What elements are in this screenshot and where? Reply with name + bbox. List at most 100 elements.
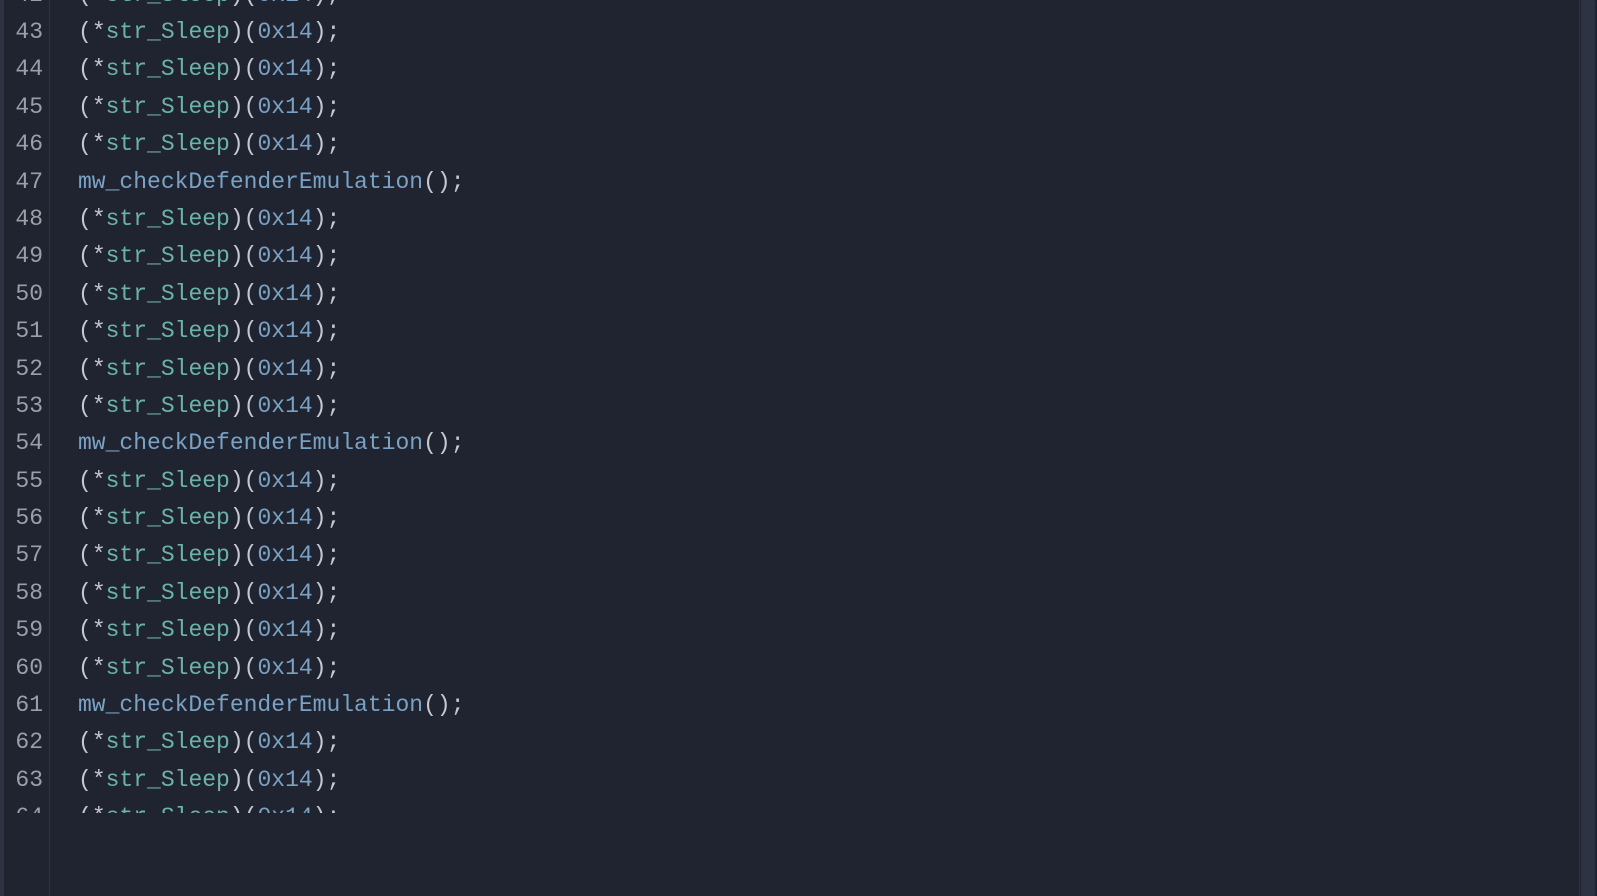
deref-op: * xyxy=(92,19,106,45)
close-paren: ) xyxy=(313,804,327,813)
hex-literal: 0x14 xyxy=(257,356,312,382)
code-line[interactable]: (*str_Sleep)(0x14); xyxy=(78,762,1597,799)
code-line[interactable]: (*str_Sleep)(0x14); xyxy=(78,351,1597,388)
close-paren: ) xyxy=(230,767,244,793)
vertical-scrollbar-track[interactable] xyxy=(1579,0,1597,896)
line-number: 45 xyxy=(10,89,49,126)
semicolon: ; xyxy=(327,56,341,82)
close-paren: ) xyxy=(313,0,327,8)
code-line[interactable]: (*str_Sleep)(0x14); xyxy=(78,126,1597,163)
identifier: str_Sleep xyxy=(106,56,230,82)
open-paren: ( xyxy=(244,542,258,568)
code-line[interactable]: (*str_Sleep)(0x14); xyxy=(78,724,1597,761)
close-paren: ) xyxy=(230,729,244,755)
line-number: 50 xyxy=(10,276,49,313)
code-line[interactable]: mw_checkDefenderEmulation(); xyxy=(78,425,1597,462)
line-number: 46 xyxy=(10,126,49,163)
open-paren: ( xyxy=(423,430,437,456)
line-number: 64 xyxy=(10,799,49,813)
code-line[interactable]: (*str_Sleep)(0x14); xyxy=(78,463,1597,500)
close-paren: ) xyxy=(230,617,244,643)
semicolon: ; xyxy=(327,729,341,755)
code-line[interactable]: (*str_Sleep)(0x14); xyxy=(78,238,1597,275)
close-paren: ) xyxy=(313,767,327,793)
identifier: str_Sleep xyxy=(106,243,230,269)
close-paren: ) xyxy=(437,430,451,456)
code-line[interactable]: (*str_Sleep)(0x14); xyxy=(78,537,1597,574)
code-line[interactable]: (*str_Sleep)(0x14); xyxy=(78,276,1597,313)
line-number: 58 xyxy=(10,575,49,612)
open-paren: ( xyxy=(78,131,92,157)
open-paren: ( xyxy=(244,318,258,344)
open-paren: ( xyxy=(244,655,258,681)
semicolon: ; xyxy=(327,580,341,606)
open-paren: ( xyxy=(244,617,258,643)
close-paren: ) xyxy=(313,729,327,755)
close-paren: ) xyxy=(313,393,327,419)
hex-literal: 0x14 xyxy=(257,729,312,755)
close-paren: ) xyxy=(230,56,244,82)
code-editor[interactable]: 4243444546474849505152535455565758596061… xyxy=(0,0,1597,896)
line-number: 49 xyxy=(10,238,49,275)
deref-op: * xyxy=(92,206,106,232)
close-paren: ) xyxy=(313,356,327,382)
semicolon: ; xyxy=(451,692,465,718)
close-paren: ) xyxy=(230,580,244,606)
code-line[interactable]: mw_checkDefenderEmulation(); xyxy=(78,687,1597,724)
code-line[interactable]: (*str_Sleep)(0x14); xyxy=(78,89,1597,126)
hex-literal: 0x14 xyxy=(257,468,312,494)
semicolon: ; xyxy=(327,206,341,232)
open-paren: ( xyxy=(423,169,437,195)
vertical-scrollbar-thumb[interactable] xyxy=(1581,0,1595,896)
code-line[interactable]: (*str_Sleep)(0x14); xyxy=(78,650,1597,687)
close-paren: ) xyxy=(437,169,451,195)
hex-literal: 0x14 xyxy=(257,318,312,344)
code-line[interactable]: (*str_Sleep)(0x14); xyxy=(78,799,1597,813)
hex-literal: 0x14 xyxy=(257,767,312,793)
line-number: 61 xyxy=(10,687,49,724)
close-paren: ) xyxy=(230,94,244,120)
deref-op: * xyxy=(92,0,106,8)
identifier: str_Sleep xyxy=(106,468,230,494)
code-line[interactable]: mw_checkDefenderEmulation(); xyxy=(78,164,1597,201)
deref-op: * xyxy=(92,393,106,419)
open-paren: ( xyxy=(78,243,92,269)
semicolon: ; xyxy=(327,281,341,307)
open-paren: ( xyxy=(244,804,258,813)
semicolon: ; xyxy=(327,243,341,269)
deref-op: * xyxy=(92,281,106,307)
line-number: 59 xyxy=(10,612,49,649)
code-area[interactable]: (*str_Sleep)(0x14);(*str_Sleep)(0x14);(*… xyxy=(50,0,1597,896)
close-paren: ) xyxy=(230,243,244,269)
close-paren: ) xyxy=(313,655,327,681)
identifier: str_Sleep xyxy=(106,767,230,793)
code-line[interactable]: (*str_Sleep)(0x14); xyxy=(78,14,1597,51)
code-line[interactable]: (*str_Sleep)(0x14); xyxy=(78,201,1597,238)
open-paren: ( xyxy=(244,131,258,157)
close-paren: ) xyxy=(230,19,244,45)
deref-op: * xyxy=(92,542,106,568)
open-paren: ( xyxy=(244,0,258,8)
open-paren: ( xyxy=(244,580,258,606)
close-paren: ) xyxy=(437,692,451,718)
code-line[interactable]: (*str_Sleep)(0x14); xyxy=(78,0,1597,14)
code-line[interactable]: (*str_Sleep)(0x14); xyxy=(78,51,1597,88)
line-number: 54 xyxy=(10,425,49,462)
identifier: str_Sleep xyxy=(106,542,230,568)
close-paren: ) xyxy=(230,206,244,232)
semicolon: ; xyxy=(327,505,341,531)
code-line[interactable]: (*str_Sleep)(0x14); xyxy=(78,612,1597,649)
code-line[interactable]: (*str_Sleep)(0x14); xyxy=(78,388,1597,425)
open-paren: ( xyxy=(78,56,92,82)
open-paren: ( xyxy=(78,729,92,755)
deref-op: * xyxy=(92,505,106,531)
identifier: str_Sleep xyxy=(106,0,230,8)
deref-op: * xyxy=(92,94,106,120)
open-paren: ( xyxy=(78,281,92,307)
code-line[interactable]: (*str_Sleep)(0x14); xyxy=(78,500,1597,537)
deref-op: * xyxy=(92,468,106,494)
open-paren: ( xyxy=(244,468,258,494)
code-line[interactable]: (*str_Sleep)(0x14); xyxy=(78,575,1597,612)
identifier: str_Sleep xyxy=(106,804,230,813)
code-line[interactable]: (*str_Sleep)(0x14); xyxy=(78,313,1597,350)
